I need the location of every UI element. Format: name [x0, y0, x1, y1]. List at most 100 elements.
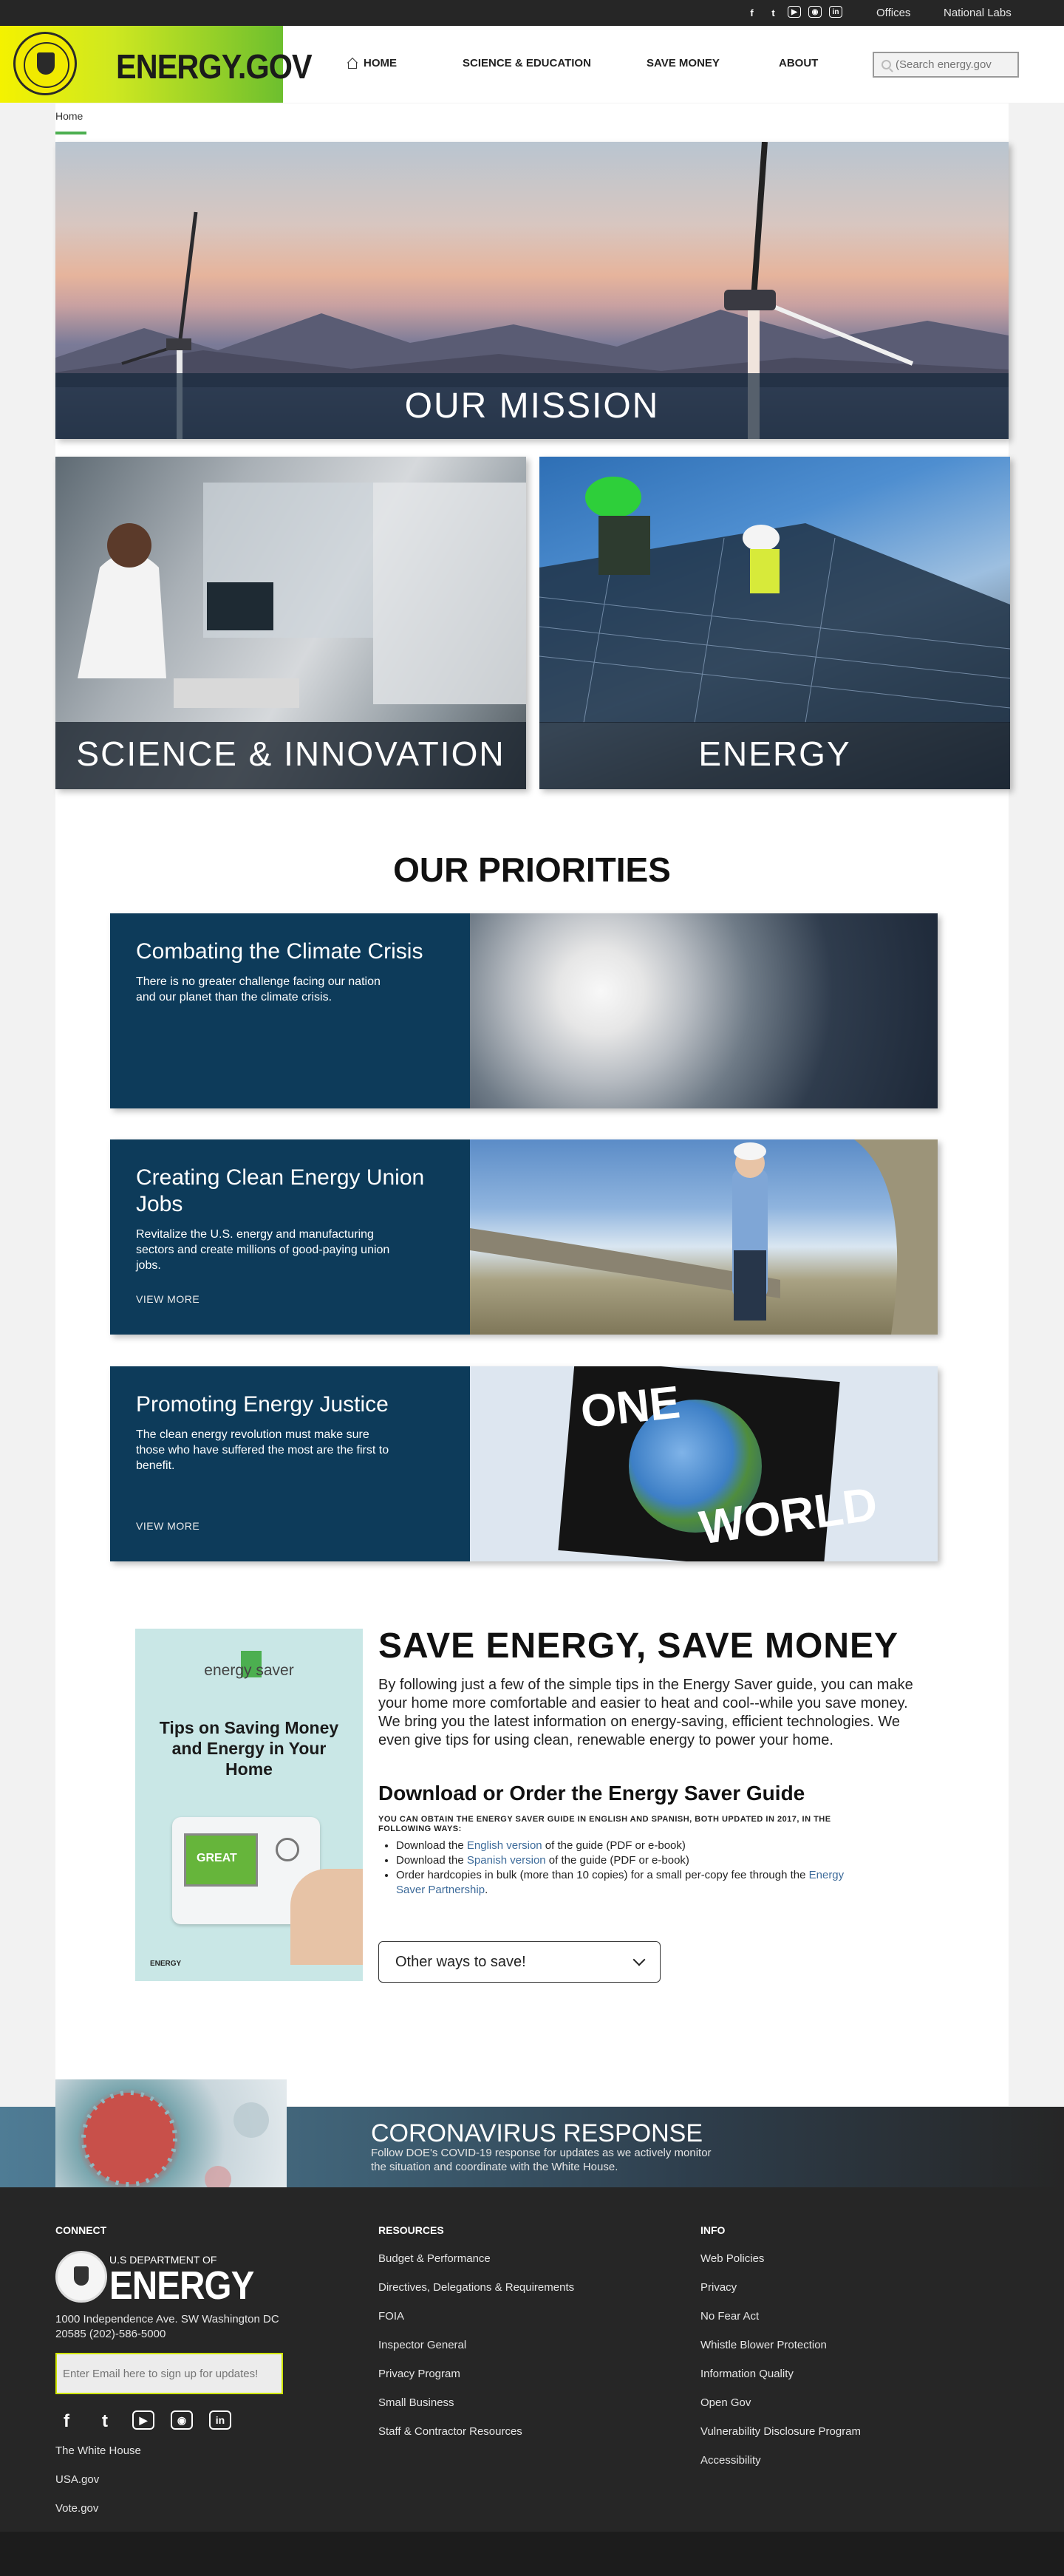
logo-text: ENERGY.GOV: [116, 47, 313, 86]
priority-title: Promoting Energy Justice: [136, 1392, 389, 1417]
dial-icon: [276, 1838, 299, 1861]
doe-seal-icon: [13, 32, 77, 95]
site-logo[interactable]: ENERGY.GOV: [0, 26, 313, 103]
priority-panel: Creating Clean Energy Union Jobs Revital…: [110, 1139, 470, 1335]
cover-footer: ENERGY: [150, 1960, 182, 1968]
footer-address: 1000 Independence Ave. SW Washington DC …: [55, 2313, 279, 2340]
nav-home-label: HOME: [364, 57, 397, 69]
facebook-icon[interactable]: f: [55, 2410, 78, 2433]
footer-link-open-gov[interactable]: Open Gov: [700, 2396, 751, 2409]
saver-options-list: Download the English version of the guid…: [396, 1839, 869, 1898]
priority-card-jobs[interactable]: Creating Clean Energy Union Jobs Revital…: [110, 1139, 938, 1335]
footer-link-no-fear-act[interactable]: No Fear Act: [700, 2310, 759, 2323]
footer-info-heading: INFO: [700, 2224, 726, 2236]
footer-link-privacy[interactable]: Privacy: [700, 2281, 737, 2294]
footer-bottom-bar: [0, 2532, 1064, 2576]
footer-link-inspector-general[interactable]: Inspector General: [378, 2339, 466, 2351]
footer-resources-heading: RESOURCES: [378, 2224, 444, 2236]
cover-brand: energy saver: [204, 1662, 294, 1679]
home-icon: [347, 58, 358, 69]
twitter-icon[interactable]: t: [766, 6, 780, 20]
youtube-icon[interactable]: ▶: [788, 6, 801, 18]
energy-tile[interactable]: ENERGY: [539, 457, 1010, 789]
priority-title: Combating the Climate Crisis: [136, 939, 423, 964]
nav-science-education[interactable]: SCIENCE & EDUCATION: [463, 57, 591, 69]
chevron-down-icon: [632, 1953, 646, 1966]
priority-text: Revitalize the U.S. energy and manufactu…: [136, 1228, 390, 1272]
footer-link-accessibility[interactable]: Accessibility: [700, 2454, 761, 2467]
social-links: f t ▶ ◉ in: [745, 6, 842, 20]
priority-panel: Promoting Energy Justice The clean energ…: [110, 1366, 470, 1561]
science-tile-label: SCIENCE & INNOVATION: [76, 735, 505, 773]
priority-card-climate[interactable]: Combating the Climate Crisis There is no…: [110, 913, 938, 1108]
dropdown-label: Other ways to save!: [395, 1953, 526, 1970]
search-icon[interactable]: [881, 60, 891, 69]
offices-link[interactable]: Offices: [876, 7, 910, 19]
view-more-link[interactable]: VIEW MORE: [136, 1520, 200, 1532]
breadcrumb-underline: [55, 132, 86, 134]
mission-title: OUR MISSION: [404, 386, 660, 426]
view-more-link[interactable]: VIEW MORE: [136, 1293, 200, 1305]
footer-link-staff-contractor[interactable]: Staff & Contractor Resources: [378, 2425, 522, 2438]
footer-link-web-policies[interactable]: Web Policies: [700, 2252, 764, 2265]
thermostat-screen-text: GREAT: [197, 1852, 237, 1864]
twitter-icon[interactable]: t: [94, 2410, 116, 2433]
footer-link-directives[interactable]: Directives, Delegations & Requirements: [378, 2281, 574, 2294]
facebook-icon[interactable]: f: [745, 6, 759, 20]
footer-connect-heading: CONNECT: [55, 2224, 107, 2236]
energy-tile-label: ENERGY: [698, 735, 851, 773]
one-world-image: ONE WORLD: [470, 1366, 938, 1561]
doe-footer-seal-icon: [55, 2251, 107, 2303]
nav-save-money[interactable]: SAVE MONEY: [647, 57, 720, 69]
priority-title: Creating Clean Energy Union Jobs: [136, 1165, 425, 1216]
mission-hero[interactable]: OUR MISSION: [55, 142, 1009, 439]
breadcrumb[interactable]: Home: [55, 110, 83, 122]
english-version-link[interactable]: English version: [467, 1839, 542, 1852]
coronavirus-title: CORONAVIRUS RESPONSE: [371, 2119, 703, 2147]
email-signup[interactable]: [55, 2353, 283, 2394]
science-innovation-tile[interactable]: SCIENCE & INNOVATION: [55, 457, 526, 789]
priority-text: There is no greater challenge facing our…: [136, 975, 381, 1004]
cover-title: Tips on Saving Money and Energy in Your …: [159, 1718, 339, 1779]
priority-panel: Combating the Climate Crisis There is no…: [110, 913, 470, 1108]
footer-link-vulnerability-disclosure[interactable]: Vulnerability Disclosure Program: [700, 2425, 861, 2438]
flickr-icon[interactable]: ◉: [808, 6, 822, 18]
footer-link-foia[interactable]: FOIA: [378, 2310, 404, 2323]
footer-link-usa-gov[interactable]: USA.gov: [55, 2473, 99, 2486]
saver-subheading: Download or Order the Energy Saver Guide: [378, 1782, 805, 1805]
national-labs-link[interactable]: National Labs: [944, 7, 1012, 19]
footer-link-whistle-blower[interactable]: Whistle Blower Protection: [700, 2339, 827, 2351]
list-item: Download the English version of the guid…: [396, 1839, 869, 1853]
list-item: Download the Spanish version of the guid…: [396, 1853, 869, 1868]
footer-social-links: f t ▶ ◉ in: [55, 2410, 231, 2433]
saver-caps-note: YOU CAN OBTAIN THE ENERGY SAVER GUIDE IN…: [378, 1815, 831, 1833]
footer-energy-logo[interactable]: ENERGY: [109, 2263, 254, 2308]
list-item: Order hardcopies in bulk (more than 10 c…: [396, 1868, 869, 1898]
utility-bar: f t ▶ ◉ in Offices National Labs: [0, 0, 1064, 26]
footer-link-vote-gov[interactable]: Vote.gov: [55, 2502, 98, 2515]
search-input[interactable]: [896, 58, 1014, 71]
saver-intro: By following just a few of the simple ti…: [378, 1677, 913, 1748]
saver-heading: SAVE ENERGY, SAVE MONEY: [378, 1626, 899, 1666]
footer-link-privacy-program[interactable]: Privacy Program: [378, 2368, 460, 2380]
spanish-version-link[interactable]: Spanish version: [467, 1854, 546, 1867]
hand-image: [290, 1869, 363, 1965]
footer-link-information-quality[interactable]: Information Quality: [700, 2368, 794, 2380]
footer-link-white-house[interactable]: The White House: [55, 2444, 141, 2457]
worker-wind-blade-image: [470, 1139, 938, 1335]
footer-link-small-business[interactable]: Small Business: [378, 2396, 454, 2409]
footer-link-budget[interactable]: Budget & Performance: [378, 2252, 491, 2265]
nav-about[interactable]: ABOUT: [779, 57, 818, 69]
linkedin-icon[interactable]: in: [829, 6, 842, 18]
priorities-heading: OUR PRIORITIES: [393, 851, 671, 889]
energy-saver-guide-cover[interactable]: energy saver Tips on Saving Money and En…: [135, 1629, 363, 1981]
flickr-icon[interactable]: ◉: [171, 2410, 193, 2430]
email-signup-field[interactable]: [63, 2367, 277, 2380]
priority-text: The clean energy revolution must make su…: [136, 1428, 389, 1472]
youtube-icon[interactable]: ▶: [132, 2410, 154, 2430]
other-ways-dropdown[interactable]: Other ways to save!: [378, 1941, 661, 1983]
search-box[interactable]: [873, 52, 1019, 78]
linkedin-icon[interactable]: in: [209, 2410, 231, 2430]
nav-home[interactable]: HOME: [347, 57, 397, 69]
priority-card-justice[interactable]: Promoting Energy Justice The clean energ…: [110, 1366, 938, 1561]
